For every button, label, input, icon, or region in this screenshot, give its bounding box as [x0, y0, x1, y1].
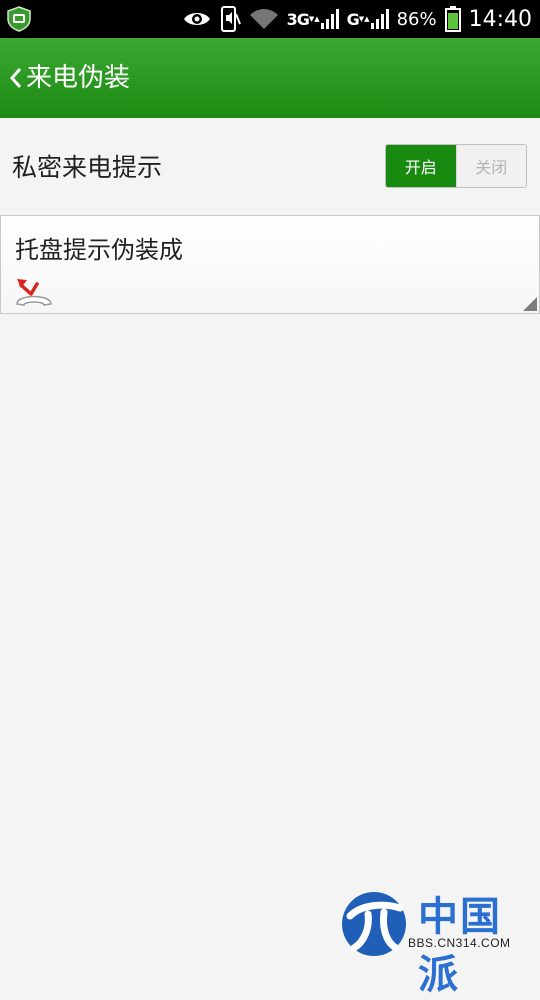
wifi-icon — [249, 8, 279, 30]
tray-disguise-selector[interactable]: 托盘提示伪装成 — [0, 215, 540, 314]
tray-disguise-label: 托盘提示伪装成 — [15, 236, 183, 264]
eye-icon — [183, 10, 211, 28]
status-bar: 3G ▼▲ G ▼▲ 86% 14:40 — [0, 0, 540, 38]
private-call-toggle[interactable]: 开启 关闭 — [385, 144, 527, 188]
watermark-url: BBS.CN314.COM — [408, 936, 511, 950]
silent-phone-icon — [219, 6, 241, 32]
watermark: 中国派 BBS.CN314.COM — [340, 884, 540, 998]
battery-percent: 86% — [396, 8, 437, 30]
network-type-label: 3G — [286, 9, 310, 29]
page-title: 来电伪装 — [26, 63, 131, 93]
toggle-off-option[interactable]: 关闭 — [455, 145, 526, 187]
app-header: 来电伪装 — [0, 38, 540, 118]
pi-logo-icon — [340, 888, 414, 964]
app-shield-icon — [6, 6, 32, 36]
signal-g-icon: G ▼▲ — [347, 9, 389, 29]
network-type-label-2: G — [346, 9, 360, 29]
signal-3g-icon: 3G ▼▲ — [287, 9, 339, 29]
missed-call-icon — [13, 270, 55, 312]
private-call-label: 私密来电提示 — [12, 153, 163, 182]
chevron-left-icon — [9, 68, 22, 88]
back-button[interactable] — [4, 56, 28, 100]
clock: 14:40 — [468, 6, 532, 32]
private-call-setting-row: 私密来电提示 开启 关闭 — [0, 118, 540, 214]
toggle-on-option[interactable]: 开启 — [386, 145, 456, 187]
dropdown-corner-indicator — [523, 297, 537, 311]
battery-icon — [444, 6, 461, 32]
